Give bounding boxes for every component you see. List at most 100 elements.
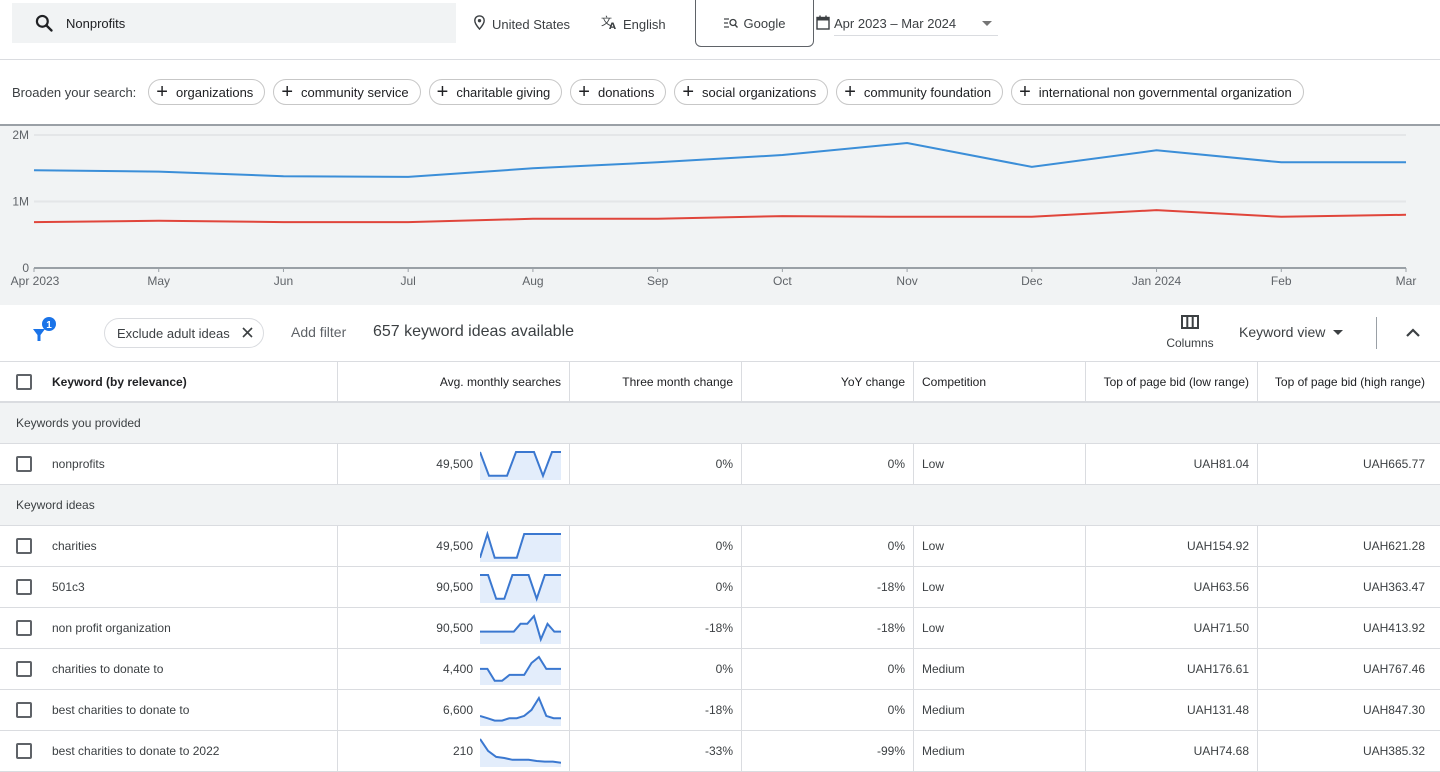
avg-searches-value: 90,500 (436, 621, 473, 635)
chip-label: community foundation (864, 85, 991, 100)
yoy-change-cell: 0% (742, 649, 914, 689)
keyword-text: nonprofits (52, 457, 105, 471)
header-bid-high[interactable]: Top of page bid (high range) (1258, 362, 1440, 401)
header-competition[interactable]: Competition (914, 362, 1086, 401)
trend-sparkline (480, 695, 561, 726)
three-month-change-cell: 0% (570, 649, 742, 689)
table-row[interactable]: charities to donate to4,4000%0%MediumUAH… (0, 649, 1440, 690)
location-selector[interactable]: United States (473, 14, 570, 34)
series-line-2 (34, 210, 1406, 222)
search-network-icon (724, 16, 738, 31)
row-checkbox[interactable] (16, 702, 32, 718)
x-tick-label: May (147, 274, 170, 288)
keyword-cell: best charities to donate to (0, 690, 338, 730)
three-month-change-cell: -18% (570, 690, 742, 730)
row-checkbox[interactable] (16, 579, 32, 595)
x-tick-label: Sep (647, 274, 669, 288)
keyword-cell: 501c3 (0, 567, 338, 607)
broaden-chip[interactable]: +international non governmental organiza… (1011, 79, 1304, 105)
keyword-cell: best charities to donate to 2022 (0, 731, 338, 771)
avg-searches-cell: 49,500 (338, 444, 570, 484)
search-input[interactable] (66, 16, 426, 31)
avg-searches-value: 6,600 (443, 703, 473, 717)
header-avg-monthly-searches[interactable]: Avg. monthly searches (338, 362, 570, 401)
yoy-change-cell: 0% (742, 526, 914, 566)
filter-icon: 1 (30, 317, 60, 347)
row-checkbox[interactable] (16, 743, 32, 759)
group-header-provided: Keywords you provided (0, 403, 1440, 444)
broaden-chip[interactable]: + charitable giving (429, 79, 563, 105)
trend-sparkline (480, 531, 561, 562)
plus-icon: + (844, 82, 856, 102)
table-row[interactable]: best charities to donate to6,600-18%0%Me… (0, 690, 1440, 731)
competition-cell: Medium (914, 690, 1086, 730)
filter-bar: 1 Exclude adult ideas Add filter 657 key… (0, 305, 1440, 362)
x-tick-label: Jul (401, 274, 416, 288)
date-range-selector[interactable]: Apr 2023 – Mar 2024 (816, 12, 998, 36)
chip-label: charitable giving (456, 85, 550, 100)
sparkline-area (480, 698, 561, 726)
broaden-chip[interactable]: +social organizations (674, 79, 828, 105)
location-label: United States (492, 17, 570, 32)
three-month-change-cell: 0% (570, 444, 742, 484)
table-row[interactable]: 501c390,5000%-18%LowUAH63.56UAH363.47 (0, 567, 1440, 608)
bid-low-cell: UAH131.48 (1086, 690, 1258, 730)
broaden-search-bar: Broaden your search: +organizations +com… (0, 60, 1440, 124)
header-keyword[interactable]: Keyword (by relevance) (0, 362, 338, 401)
row-checkbox[interactable] (16, 620, 32, 636)
broaden-chip[interactable]: +donations (570, 79, 666, 105)
bid-high-cell: UAH621.28 (1258, 526, 1440, 566)
chip-label: community service (301, 85, 409, 100)
row-checkbox[interactable] (16, 456, 32, 472)
add-filter-button[interactable]: Add filter (291, 324, 346, 340)
broaden-chip[interactable]: + community foundation (836, 79, 1003, 105)
columns-label: Columns (1166, 336, 1213, 350)
language-selector[interactable]: 文A English (601, 14, 666, 34)
plus-icon: + (437, 82, 449, 102)
header-bid-low[interactable]: Top of page bid (low range) (1086, 362, 1258, 401)
table-row[interactable]: charities49,5000%0%LowUAH154.92UAH621.28 (0, 526, 1440, 567)
close-icon[interactable] (242, 326, 253, 341)
keyword-view-label: Keyword view (1239, 324, 1325, 340)
group-label: Keywords you provided (0, 403, 141, 443)
y-tick-label: 2M (12, 128, 29, 142)
chart-svg: 01M2MApr 2023MayJunJulAugSepOctNovDecJan… (0, 124, 1440, 305)
network-selector[interactable]: Google (695, 0, 814, 47)
exclude-adult-ideas-chip[interactable]: Exclude adult ideas (104, 318, 264, 348)
bid-high-cell: UAH363.47 (1258, 567, 1440, 607)
search-box[interactable] (12, 3, 456, 43)
columns-button[interactable]: Columns (1160, 315, 1220, 350)
avg-searches-cell: 210 (338, 731, 570, 771)
dropdown-arrow-icon (1333, 330, 1343, 335)
broaden-chip[interactable]: +community service (273, 79, 420, 105)
header-yoy-change[interactable]: YoY change (742, 362, 914, 401)
select-all-checkbox[interactable] (16, 374, 32, 390)
location-pin-icon (473, 15, 486, 33)
three-month-change-cell: 0% (570, 526, 742, 566)
row-checkbox[interactable] (16, 538, 32, 554)
trend-sparkline (480, 736, 561, 767)
row-checkbox[interactable] (16, 661, 32, 677)
keyword-cell: non profit organization (0, 608, 338, 648)
filter-button[interactable]: 1 (30, 317, 60, 347)
header-three-month-change[interactable]: Three month change (570, 362, 742, 401)
table-row[interactable]: non profit organization90,500-18%-18%Low… (0, 608, 1440, 649)
table-row[interactable]: nonprofits49,5000%0%LowUAH81.04UAH665.77 (0, 444, 1440, 485)
filter-chip-label: Exclude adult ideas (117, 326, 230, 341)
broaden-chip[interactable]: +organizations (148, 79, 265, 105)
sparkline-area (480, 616, 561, 644)
keyword-text: best charities to donate to (52, 703, 189, 717)
collapse-button[interactable] (1400, 321, 1426, 345)
competition-cell: Low (914, 444, 1086, 484)
chip-label: social organizations (702, 85, 816, 100)
date-range-field[interactable]: Apr 2023 – Mar 2024 (834, 12, 998, 36)
keyword-text: charities to donate to (52, 662, 163, 676)
table-row[interactable]: best charities to donate to 2022210-33%-… (0, 731, 1440, 772)
keyword-view-dropdown[interactable]: Keyword view (1239, 324, 1343, 340)
chevron-up-icon (1405, 328, 1421, 338)
plus-icon: + (578, 82, 590, 102)
bid-low-cell: UAH154.92 (1086, 526, 1258, 566)
bid-high-cell: UAH413.92 (1258, 608, 1440, 648)
avg-searches-value: 49,500 (436, 539, 473, 553)
competition-cell: Low (914, 526, 1086, 566)
